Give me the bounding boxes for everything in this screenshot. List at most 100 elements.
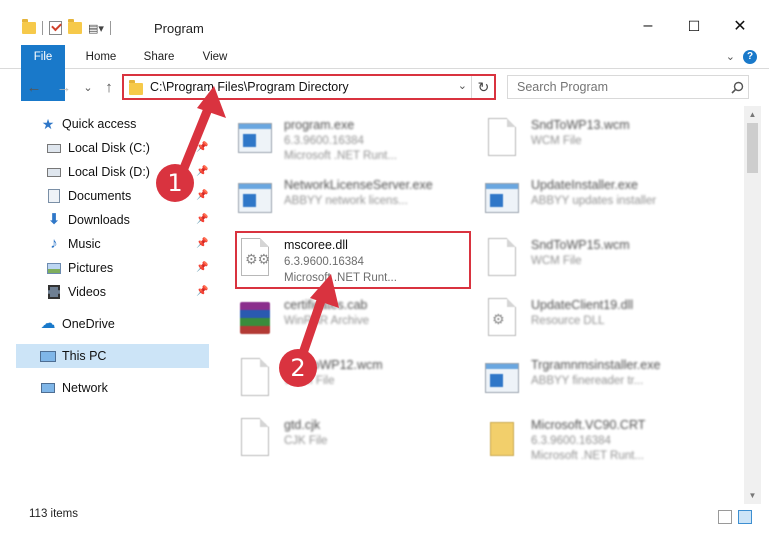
document-icon xyxy=(237,416,273,460)
file-item-mscoree-dll[interactable]: ⚙⚙ mscoree.dll 6.3.9600.16384 Microsoft … xyxy=(237,230,477,286)
pin-icon[interactable]: 📌 xyxy=(196,160,208,184)
close-button[interactable]: ✕ xyxy=(717,12,763,40)
file-item[interactable]: UpdateInstaller.exe ABBYY updates instal… xyxy=(484,170,724,226)
file-list: program.exe 6.3.9600.16384 Microsoft .NE… xyxy=(211,106,744,504)
sidebar-item-label: Music xyxy=(68,237,101,251)
archive-icon xyxy=(237,296,273,340)
file-item[interactable]: ⚙ UpdateClient19.dll Resource DLL xyxy=(484,290,724,346)
sidebar-item-label: This PC xyxy=(62,349,107,363)
sidebar-item-label: OneDrive xyxy=(62,317,115,331)
tab-home[interactable]: Home xyxy=(80,45,122,69)
exe-icon xyxy=(237,176,273,220)
sidebar-item-local-disk-c[interactable]: Local Disk (C:) 📌 xyxy=(46,136,210,160)
toolbar-separator xyxy=(109,21,111,35)
drive-icon xyxy=(46,140,62,156)
file-item[interactable]: certificates.cab WinRAR Archive xyxy=(237,290,477,346)
file-item[interactable]: gtd.cjk CJK File xyxy=(237,410,477,466)
sidebar-item-this-pc[interactable]: This PC xyxy=(16,344,209,368)
pin-icon[interactable]: 📌 xyxy=(196,184,208,208)
sidebar-item-label: Quick access xyxy=(62,117,137,131)
tab-view[interactable]: View xyxy=(196,45,234,69)
back-button[interactable]: ← xyxy=(24,77,44,97)
sidebar-item-label: Pictures xyxy=(68,261,114,275)
file-detail: ABBYY finereader tr... xyxy=(531,375,644,387)
file-detail: Microsoft .NET Runt... xyxy=(284,150,397,162)
file-item[interactable]: NetworkLicenseServer.exe ABBYY network l… xyxy=(237,170,477,226)
address-dropdown-icon[interactable]: ⌄ xyxy=(458,79,467,92)
manifest-icon xyxy=(484,416,520,460)
computer-icon xyxy=(40,348,56,364)
customize-toolbar-icon[interactable]: ▤▾ xyxy=(88,22,104,35)
pin-icon[interactable]: 📌 xyxy=(196,136,208,160)
sidebar-item-label: Network xyxy=(62,381,108,395)
expand-ribbon-icon[interactable]: ⌄ xyxy=(726,50,735,63)
document-icon xyxy=(484,236,520,280)
recent-locations-button[interactable]: ⌄ xyxy=(78,77,98,97)
search-input[interactable] xyxy=(517,80,726,94)
toolbar-separator xyxy=(42,21,43,35)
search-icon[interactable] xyxy=(726,81,748,94)
file-item[interactable]: program.exe 6.3.9600.16384 Microsoft .NE… xyxy=(237,110,477,166)
forward-button[interactable]: → xyxy=(54,77,74,97)
address-bar[interactable]: C:\Program Files\Program Directory ⌄ ↻ xyxy=(122,75,496,99)
file-detail: 6.3.9600.16384 xyxy=(284,256,364,268)
file-name: mscoree.dll xyxy=(284,238,348,252)
pin-icon[interactable]: 📌 xyxy=(196,208,208,232)
sidebar-item-onedrive[interactable]: ☁ OneDrive xyxy=(40,312,210,336)
vertical-scrollbar[interactable]: ▲ ▼ xyxy=(744,106,761,504)
file-detail: 6.3.9600.16384 xyxy=(531,435,611,447)
sidebar-item-label: Downloads xyxy=(68,213,130,227)
pictures-icon xyxy=(46,260,62,276)
tab-share[interactable]: Share xyxy=(138,45,180,69)
folder-icon[interactable] xyxy=(22,19,36,34)
minimize-button[interactable]: – xyxy=(625,12,671,40)
document-icon xyxy=(237,356,273,400)
star-icon: ★ xyxy=(41,116,55,132)
file-name: UpdateClient19.dll xyxy=(531,298,634,312)
new-folder-icon[interactable] xyxy=(68,19,82,34)
sidebar-item-pictures[interactable]: Pictures 📌 xyxy=(46,256,210,280)
sidebar-item-label: Local Disk (D:) xyxy=(68,165,150,179)
refresh-button[interactable]: ↻ xyxy=(471,76,495,98)
file-name: Microsoft.VC90.CRT xyxy=(531,418,646,432)
help-icon[interactable]: ? xyxy=(743,50,757,64)
search-box[interactable] xyxy=(507,75,749,99)
file-item[interactable]: SndToWP13.wcm WCM File xyxy=(484,110,724,166)
address-path[interactable]: C:\Program Files\Program Directory xyxy=(150,80,349,94)
pin-icon[interactable]: 📌 xyxy=(196,256,208,280)
large-icons-view-icon[interactable] xyxy=(738,510,752,524)
file-item[interactable]: SndToWP12.wcm WCM File xyxy=(237,350,477,406)
details-view-icon[interactable] xyxy=(718,510,732,524)
file-name: SndToWP13.wcm xyxy=(531,118,630,132)
network-icon xyxy=(40,380,56,396)
file-name: NetworkLicenseServer.exe xyxy=(284,178,433,192)
file-item[interactable]: Trgramnmsinstaller.exe ABBYY finereader … xyxy=(484,350,724,406)
pin-icon[interactable]: 📌 xyxy=(196,280,208,304)
scroll-down-icon[interactable]: ▼ xyxy=(744,487,761,504)
sidebar-item-network[interactable]: Network xyxy=(40,376,210,400)
file-item[interactable]: SndToWP15.wcm WCM File xyxy=(484,230,724,286)
file-detail: WCM File xyxy=(531,255,582,267)
file-detail: 6.3.9600.16384 xyxy=(284,135,364,147)
up-button[interactable]: ↑ xyxy=(99,77,119,97)
document-icon xyxy=(484,116,520,160)
cloud-icon: ☁ xyxy=(40,315,56,332)
scroll-up-icon[interactable]: ▲ xyxy=(744,106,761,123)
file-detail: CJK File xyxy=(284,435,328,447)
sidebar-item-quick-access[interactable]: ★ Quick access xyxy=(40,112,210,136)
quick-access-toolbar: ▤▾ xyxy=(22,18,111,38)
title-bar: ▤▾ Program – ☐ ✕ xyxy=(0,0,769,40)
address-row: ← → ⌄ ↑ C:\Program Files\Program Directo… xyxy=(0,70,769,106)
sidebar-item-downloads[interactable]: ⬇ Downloads 📌 xyxy=(46,208,210,232)
sidebar-item-music[interactable]: ♪ Music 📌 xyxy=(46,232,210,256)
documents-icon xyxy=(46,188,62,204)
window-title: Program xyxy=(154,21,204,36)
pin-icon[interactable]: 📌 xyxy=(196,232,208,256)
ribbon-tabs: File Home Share View ⌄ ? xyxy=(0,45,769,101)
file-item[interactable]: Microsoft.VC90.CRT 6.3.9600.16384 Micros… xyxy=(484,410,724,466)
sidebar-item-videos[interactable]: Videos 📌 xyxy=(46,280,210,304)
maximize-button[interactable]: ☐ xyxy=(671,12,717,40)
scrollbar-thumb[interactable] xyxy=(747,123,758,173)
exe-icon xyxy=(484,356,520,400)
properties-icon[interactable] xyxy=(49,21,62,35)
